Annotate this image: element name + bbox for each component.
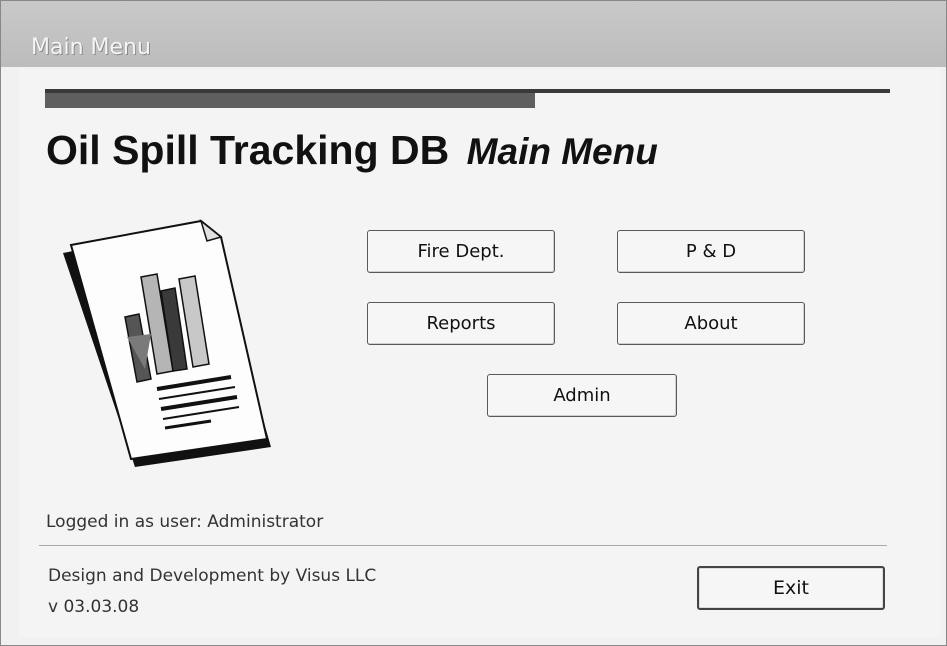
page-subtitle: Main Menu [466,131,658,172]
main-menu-window: Main Menu Oil Spill Tracking DB Main Men… [0,0,947,646]
pd-button[interactable]: P & D [617,230,805,273]
fire-dept-button[interactable]: Fire Dept. [367,230,555,273]
developer-credit: Design and Development by Visus LLC [48,566,377,586]
window-title: Main Menu [31,35,151,60]
admin-button[interactable]: Admin [487,374,677,417]
exit-button[interactable]: Exit [697,566,885,610]
form-body: Oil Spill Tracking DB Main Menu Fire Dep [19,69,940,637]
version-label: v 03.03.08 [48,597,140,617]
header-rule [45,89,890,93]
app-name: Oil Spill Tracking DB [46,127,450,173]
logged-in-status: Logged in as user: Administrator [46,512,324,532]
report-document-icon [63,219,271,467]
page-title: Oil Spill Tracking DB Main Menu [46,127,658,174]
about-button[interactable]: About [617,302,805,345]
footer-divider [39,545,887,546]
title-bar[interactable]: Main Menu [1,1,946,67]
reports-button[interactable]: Reports [367,302,555,345]
